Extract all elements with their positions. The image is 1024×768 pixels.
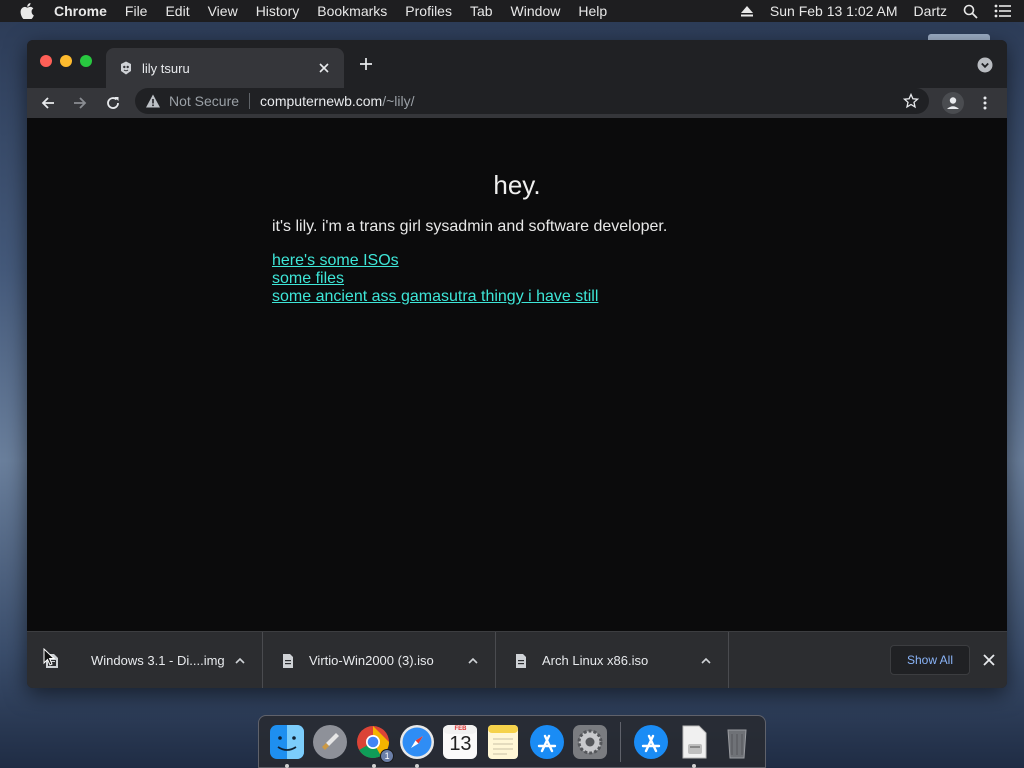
menu-bar-status: Sun Feb 13 1:02 AM Dartz xyxy=(724,3,1012,19)
app-store-icon xyxy=(633,724,668,759)
finder-icon xyxy=(269,724,304,759)
running-indicator xyxy=(285,763,289,768)
reload-icon[interactable] xyxy=(102,92,124,114)
tab-title: lily tsuru xyxy=(142,60,190,76)
safari-compass-icon xyxy=(399,724,434,759)
notes-icon xyxy=(488,724,519,759)
download-shelf: Windows 3.1 - Di....img Virtio-Win2000 (… xyxy=(27,631,1007,688)
running-indicator xyxy=(371,763,376,768)
menu-tab[interactable]: Tab xyxy=(470,3,493,19)
menu-app-chrome[interactable]: Chrome xyxy=(54,3,107,19)
new-tab-icon[interactable] xyxy=(358,56,374,72)
download-filename: Windows 3.1 - Di....img xyxy=(91,653,225,668)
chevron-up-icon[interactable] xyxy=(467,654,479,666)
tab-search-icon[interactable] xyxy=(977,57,993,73)
file-icon xyxy=(514,653,528,669)
page-content: hey. it's lily. i'm a trans girl sysadmi… xyxy=(27,118,1007,631)
dock: 1 FEB 13 xyxy=(258,715,766,768)
spotlight-search-icon[interactable] xyxy=(963,4,978,19)
dock-downloads-stack[interactable] xyxy=(675,723,712,768)
apple-menu-icon[interactable] xyxy=(20,3,36,19)
menu-profiles[interactable]: Profiles xyxy=(405,3,452,19)
window-close-button[interactable] xyxy=(40,55,52,67)
tab-strip: lily tsuru xyxy=(27,40,1007,88)
window-controls xyxy=(40,55,100,67)
dock-notes[interactable] xyxy=(485,723,522,761)
menu-bookmarks[interactable]: Bookmarks xyxy=(317,3,387,19)
forward-arrow-icon[interactable] xyxy=(69,92,91,114)
app-store-icon xyxy=(529,724,564,759)
chevron-up-icon[interactable] xyxy=(700,654,712,666)
menu-file[interactable]: File xyxy=(125,3,148,19)
tab-lily-tsuru[interactable]: lily tsuru xyxy=(106,48,344,88)
link-gamasutra[interactable]: some ancient ass gamasutra thingy i have… xyxy=(272,288,598,306)
more-menu-icon[interactable] xyxy=(974,92,996,114)
dock-app-store-download[interactable] xyxy=(632,723,669,761)
trash-icon xyxy=(727,729,747,758)
menu-view[interactable]: View xyxy=(208,3,238,19)
dock-trash[interactable] xyxy=(719,723,756,761)
url-path: /~lily/ xyxy=(382,93,415,109)
download-count-badge: 1 xyxy=(380,748,395,763)
page-heading: hey. xyxy=(493,170,541,200)
back-arrow-icon[interactable] xyxy=(37,92,59,114)
dock-divider xyxy=(619,721,621,762)
dock-safari[interactable] xyxy=(398,723,435,768)
window-minimize-button[interactable] xyxy=(60,55,72,67)
url-host: computernewb.com xyxy=(260,93,383,109)
download-item[interactable]: Virtio-Win2000 (3).iso xyxy=(263,632,496,688)
notification-center-icon[interactable] xyxy=(994,4,1012,18)
show-all-downloads-button[interactable]: Show All xyxy=(890,645,970,675)
address-bar[interactable]: Not Secure computernewb.com /~lily/ xyxy=(135,88,929,114)
file-icon xyxy=(281,653,295,669)
mouse-cursor-icon xyxy=(43,647,56,666)
eject-icon[interactable] xyxy=(740,5,754,17)
browser-window: lily tsuru Not Secure computernewb.com /… xyxy=(27,40,1007,688)
tab-close-icon[interactable] xyxy=(316,60,332,76)
address-divider xyxy=(249,93,251,109)
running-indicator xyxy=(415,763,420,768)
download-filename: Arch Linux x86.iso xyxy=(542,653,649,668)
download-item[interactable]: Arch Linux x86.iso xyxy=(496,632,729,688)
dock-calendar[interactable]: FEB 13 xyxy=(441,723,478,761)
chevron-up-icon[interactable] xyxy=(234,654,246,666)
running-indicator xyxy=(692,763,697,768)
download-item[interactable]: Windows 3.1 - Di....img xyxy=(27,632,263,688)
dock-launchpad[interactable] xyxy=(311,723,348,761)
launchpad-rocket-icon xyxy=(313,724,348,759)
dock-chrome[interactable]: 1 xyxy=(355,723,395,768)
dock-app-store[interactable] xyxy=(528,723,565,761)
disk-image-file-icon xyxy=(682,725,707,758)
link-list: here's some ISOs some files some ancient… xyxy=(272,252,598,306)
download-filename: Virtio-Win2000 (3).iso xyxy=(309,653,434,668)
calendar-month: FEB xyxy=(454,725,467,732)
menu-window[interactable]: Window xyxy=(511,3,561,19)
menu-help[interactable]: Help xyxy=(578,3,607,19)
window-zoom-button[interactable] xyxy=(80,55,92,67)
warning-triangle-icon[interactable] xyxy=(145,93,161,109)
security-status-label[interactable]: Not Secure xyxy=(169,93,239,109)
link-isos[interactable]: here's some ISOs xyxy=(272,252,598,270)
page-intro: it's lily. i'm a trans girl sysadmin and… xyxy=(272,218,668,235)
menu-bar: Chrome File Edit View History Bookmarks … xyxy=(0,0,1024,22)
bookmark-star-icon[interactable] xyxy=(902,92,920,109)
gear-icon xyxy=(573,724,608,759)
close-download-shelf-icon[interactable] xyxy=(981,652,997,668)
dock-finder[interactable] xyxy=(268,723,305,768)
browser-toolbar: Not Secure computernewb.com /~lily/ xyxy=(27,88,1007,118)
link-files[interactable]: some files xyxy=(272,270,598,288)
dock-system-preferences[interactable] xyxy=(572,723,609,761)
user-menu[interactable]: Dartz xyxy=(914,3,947,19)
site-favicon-icon xyxy=(118,60,134,76)
calendar-day: 13 xyxy=(449,732,472,755)
profile-icon[interactable] xyxy=(942,92,964,114)
clock[interactable]: Sun Feb 13 1:02 AM xyxy=(770,3,898,19)
menu-edit[interactable]: Edit xyxy=(165,3,189,19)
menu-history[interactable]: History xyxy=(256,3,300,19)
